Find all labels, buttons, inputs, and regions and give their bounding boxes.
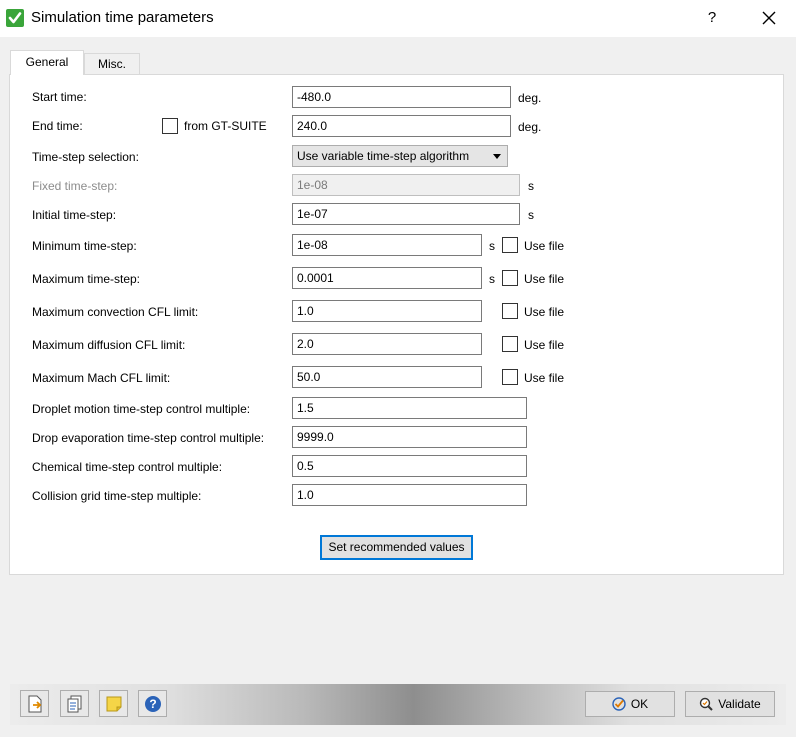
ok-check-icon [612,697,626,711]
drop-evaporation-input[interactable]: 9999.0 [292,426,527,448]
tab-misc[interactable]: Misc. [84,53,140,74]
droplet-motion-input[interactable]: 1.5 [292,397,527,419]
end-time-unit: deg. [518,120,542,134]
max-convection-cfl-input[interactable]: 1.0 [292,300,482,322]
time-step-selection-label: Time-step selection: [32,150,139,164]
max-diffusion-cfl-use-file-label: Use file [524,338,565,352]
title-bar: Simulation time parameters ? [0,0,796,37]
max-diffusion-cfl-input[interactable]: 2.0 [292,333,482,355]
minimum-time-step-label: Minimum time-step: [32,239,137,253]
time-step-selection-value: Use variable time-step algorithm [297,149,470,163]
maximum-time-step-input[interactable]: 0.0001 [292,267,482,289]
ok-label: OK [630,697,649,711]
collision-grid-input[interactable]: 1.0 [292,484,527,506]
maximum-time-step-use-file-label: Use file [524,272,565,286]
time-step-selection-dropdown[interactable]: Use variable time-step algorithm [292,145,508,167]
window-title: Simulation time parameters [31,9,214,26]
initial-time-step-unit: s [528,208,534,222]
fixed-time-step-unit: s [528,179,534,193]
chemical-input[interactable]: 0.5 [292,455,527,477]
maximum-time-step-label: Maximum time-step: [32,272,141,286]
help-button[interactable]: ? [700,6,724,30]
max-mach-cfl-use-file-label: Use file [524,371,565,385]
export-button[interactable] [20,690,49,717]
chevron-down-icon [493,154,501,159]
from-gt-suite-checkbox[interactable] [162,118,178,134]
droplet-motion-label: Droplet motion time-step control multipl… [32,402,251,416]
minimum-time-step-unit: s [489,239,495,253]
ok-button[interactable]: OK [585,691,675,717]
magnifier-icon [700,697,713,711]
export-icon [28,695,41,712]
fixed-time-step-label: Fixed time-step: [32,179,118,193]
start-time-input[interactable]: -480.0 [292,86,511,108]
close-icon [762,11,776,25]
drop-evaporation-label: Drop evaporation time-step control multi… [32,431,265,445]
copy-button[interactable] [60,690,89,717]
chemical-label: Chemical time-step control multiple: [32,460,223,474]
end-time-label: End time: [32,119,83,133]
copy-icon [67,695,81,712]
start-time-label: Start time: [32,90,87,104]
end-time-input[interactable]: 240.0 [292,115,511,137]
validate-label: Validate [718,697,761,711]
note-icon [106,696,121,711]
tab-general[interactable]: General [10,50,84,75]
max-mach-cfl-input[interactable]: 50.0 [292,366,482,388]
maximum-time-step-use-file-checkbox[interactable] [502,270,518,286]
fixed-time-step-input[interactable]: 1e-08 [292,174,520,196]
start-time-unit: deg. [518,91,542,105]
from-gt-suite-label: from GT-SUITE [184,119,267,133]
max-mach-cfl-label: Maximum Mach CFL limit: [32,371,171,385]
max-convection-cfl-use-file-checkbox[interactable] [502,303,518,319]
minimum-time-step-use-file-label: Use file [524,239,565,253]
svg-text:?: ? [149,697,156,711]
maximum-time-step-unit: s [489,272,495,286]
initial-time-step-input[interactable]: 1e-07 [292,203,520,225]
max-diffusion-cfl-use-file-checkbox[interactable] [502,336,518,352]
note-button[interactable] [99,690,128,717]
validate-button[interactable]: Validate [685,691,775,717]
max-convection-cfl-use-file-label: Use file [524,305,565,319]
help-toolbar-button[interactable]: ? [138,690,167,717]
max-mach-cfl-use-file-checkbox[interactable] [502,369,518,385]
max-convection-cfl-label: Maximum convection CFL limit: [32,305,199,319]
set-recommended-button[interactable]: Set recommended values [320,535,473,560]
minimum-time-step-input[interactable]: 1e-08 [292,234,482,256]
initial-time-step-label: Initial time-step: [32,208,117,222]
max-diffusion-cfl-label: Maximum diffusion CFL limit: [32,338,186,352]
close-button[interactable] [756,5,782,31]
check-icon [6,9,24,27]
collision-grid-label: Collision grid time-step multiple: [32,489,202,503]
help-icon: ? [144,695,161,712]
minimum-time-step-use-file-checkbox[interactable] [502,237,518,253]
